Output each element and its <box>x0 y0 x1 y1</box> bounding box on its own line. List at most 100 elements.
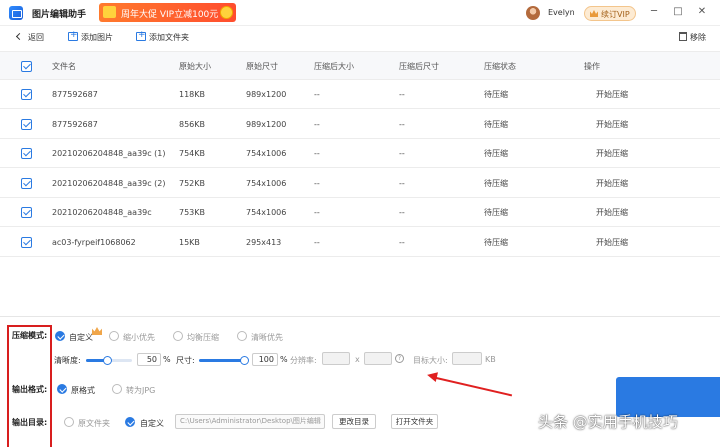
add-image-label: 添加图片 <box>81 33 113 42</box>
add-folder-label: 添加文件夹 <box>149 33 189 42</box>
output-path-field[interactable]: C:\Users\Administrator\Desktop\图片编辑 <box>175 414 325 429</box>
scrollbar[interactable] <box>711 51 720 311</box>
row-checkbox[interactable] <box>21 177 32 189</box>
vip-crown-icon <box>92 327 102 335</box>
original-dims-cell: 989x1200 <box>246 119 287 129</box>
resolution-height-input[interactable] <box>364 352 392 365</box>
column-header: 压缩后大小 <box>314 62 354 71</box>
original-dims-cell: 295x413 <box>246 237 282 247</box>
select-all-checkbox[interactable] <box>21 61 32 72</box>
compressed-size-cell: -- <box>314 119 320 129</box>
original-size-cell: 752KB <box>179 178 206 188</box>
size-slider-fill[interactable] <box>199 359 245 362</box>
mode-clarity-radio[interactable] <box>237 331 247 341</box>
resolution-width-input[interactable] <box>322 352 350 365</box>
status-cell: 待压缩 <box>484 208 508 217</box>
start-compress-button[interactable]: 开始压缩 <box>596 80 628 109</box>
format-original-radio[interactable] <box>57 384 67 394</box>
mode-shrink-radio[interactable] <box>109 331 119 341</box>
resolution-help-icon[interactable]: ? <box>395 354 404 363</box>
start-compress-button[interactable]: 开始压缩 <box>596 228 628 257</box>
dir-original-label[interactable]: 原文件夹 <box>78 418 110 429</box>
target-size-label: 目标大小: <box>413 356 448 365</box>
status-cell: 待压缩 <box>484 90 508 99</box>
table-row[interactable]: 20210206204848_aa39c (1) 754KB 754x1006 -- -… <box>0 139 720 168</box>
start-compress-button[interactable]: 开始压缩 <box>596 169 628 198</box>
start-compress-button[interactable]: 开始压缩 <box>596 198 628 227</box>
maximize-button[interactable]: □ <box>672 6 684 18</box>
original-dims-cell: 754x1006 <box>246 149 287 158</box>
row-checkbox[interactable] <box>21 148 32 159</box>
app-title: 图片编辑助手 <box>32 10 87 20</box>
size-unit: % <box>280 355 288 364</box>
mode-clarity-label[interactable]: 清晰优先 <box>251 332 283 343</box>
status-cell: 待压缩 <box>484 237 508 247</box>
row-checkbox[interactable] <box>21 207 32 218</box>
table-row[interactable]: 20210206204848_aa39c 753KB 754x1006 -- -- 待压缩… <box>0 198 720 227</box>
add-image-icon <box>68 30 78 41</box>
clarity-slider-knob[interactable] <box>103 356 112 365</box>
add-image-button[interactable]: 添加图片 <box>68 30 113 44</box>
clarity-input[interactable]: 50 <box>137 353 161 366</box>
compressed-dims-cell: -- <box>399 90 405 99</box>
file-name-cell: 877592687 <box>52 90 98 99</box>
add-folder-button[interactable]: 添加文件夹 <box>136 30 189 44</box>
minimize-button[interactable]: ─ <box>648 6 660 18</box>
remove-button[interactable]: 移除 <box>679 32 706 44</box>
start-compress-button[interactable]: 开始压缩 <box>596 110 628 139</box>
coin-icon <box>220 6 233 19</box>
table-row[interactable]: 877592687 118KB 989x1200 -- -- 待压缩 开始压缩 <box>0 80 720 109</box>
row-checkbox[interactable] <box>21 118 32 130</box>
resolution-label: 分辨率: <box>290 356 317 365</box>
target-size-input[interactable] <box>452 352 482 365</box>
column-header: 压缩状态 <box>484 62 516 71</box>
dir-custom-radio[interactable] <box>125 417 135 427</box>
back-label: 返回 <box>28 33 44 42</box>
status-cell: 待压缩 <box>484 119 508 129</box>
row-checkbox[interactable] <box>21 89 32 100</box>
remove-label: 移除 <box>690 33 706 42</box>
table-row[interactable]: ac03-fyrpeif1068062 15KB 295x413 -- -- 待压缩 开始压… <box>0 228 720 257</box>
size-input[interactable]: 100 <box>252 353 278 366</box>
compressed-size-cell: -- <box>314 178 320 188</box>
compressed-size-cell: -- <box>314 237 320 247</box>
file-name-cell: 20210206204848_aa39c (1) <box>52 149 166 158</box>
table-row[interactable]: 20210206204848_aa39c (2) 752KB 754x1006 -- -… <box>0 169 720 198</box>
promo-banner-text: 周年大促 VIP立减100元 <box>121 10 219 20</box>
mode-balanced-radio[interactable] <box>173 331 183 341</box>
format-original-label[interactable]: 原格式 <box>71 385 95 396</box>
compressed-dims-cell: -- <box>399 237 405 247</box>
dir-custom-label[interactable]: 自定义 <box>140 418 164 429</box>
mode-custom-label[interactable]: 自定义 <box>69 332 93 343</box>
resolution-separator: x <box>355 355 360 364</box>
change-dir-button[interactable]: 更改目录 <box>332 414 376 429</box>
open-folder-button[interactable]: 打开文件夹 <box>391 414 438 429</box>
table-row[interactable]: 877592687 856KB 989x1200 -- -- 待压缩 开始压缩 <box>0 110 720 139</box>
renew-vip-label: 续订VIP <box>601 10 630 19</box>
close-button[interactable]: ✕ <box>696 6 708 18</box>
file-name-cell: 20210206204848_aa39c <box>52 208 152 217</box>
size-slider-knob[interactable] <box>240 356 249 365</box>
renew-vip-button[interactable]: 续订VIP <box>584 6 636 21</box>
avatar[interactable] <box>526 6 540 20</box>
toolbar: 返回 添加图片 添加文件夹 移除 <box>0 28 720 48</box>
compressed-size-cell: -- <box>314 90 320 99</box>
dir-original-radio[interactable] <box>64 417 74 427</box>
start-compress-button[interactable]: 开始压缩 <box>596 139 628 168</box>
mode-shrink-label[interactable]: 缩小优先 <box>123 332 155 343</box>
app-logo-icon <box>9 6 23 20</box>
username[interactable]: Evelyn <box>548 8 575 17</box>
format-jpg-radio[interactable] <box>112 384 122 394</box>
row-checkbox[interactable] <box>21 236 32 248</box>
format-jpg-label[interactable]: 转为JPG <box>126 385 155 396</box>
size-label: 尺寸: <box>176 356 195 365</box>
back-button[interactable]: 返回 <box>15 32 44 44</box>
promo-banner[interactable]: 周年大促 VIP立减100元 <box>99 3 236 22</box>
gift-icon <box>103 6 116 18</box>
watermark: 头条 @实用手机技巧 <box>538 413 678 431</box>
original-dims-cell: 989x1200 <box>246 90 287 99</box>
mode-custom-radio[interactable] <box>55 331 65 341</box>
mode-balanced-label[interactable]: 均衡压缩 <box>187 332 219 343</box>
output-dir-label: 输出目录: <box>12 418 48 427</box>
compressed-dims-cell: -- <box>399 149 405 158</box>
